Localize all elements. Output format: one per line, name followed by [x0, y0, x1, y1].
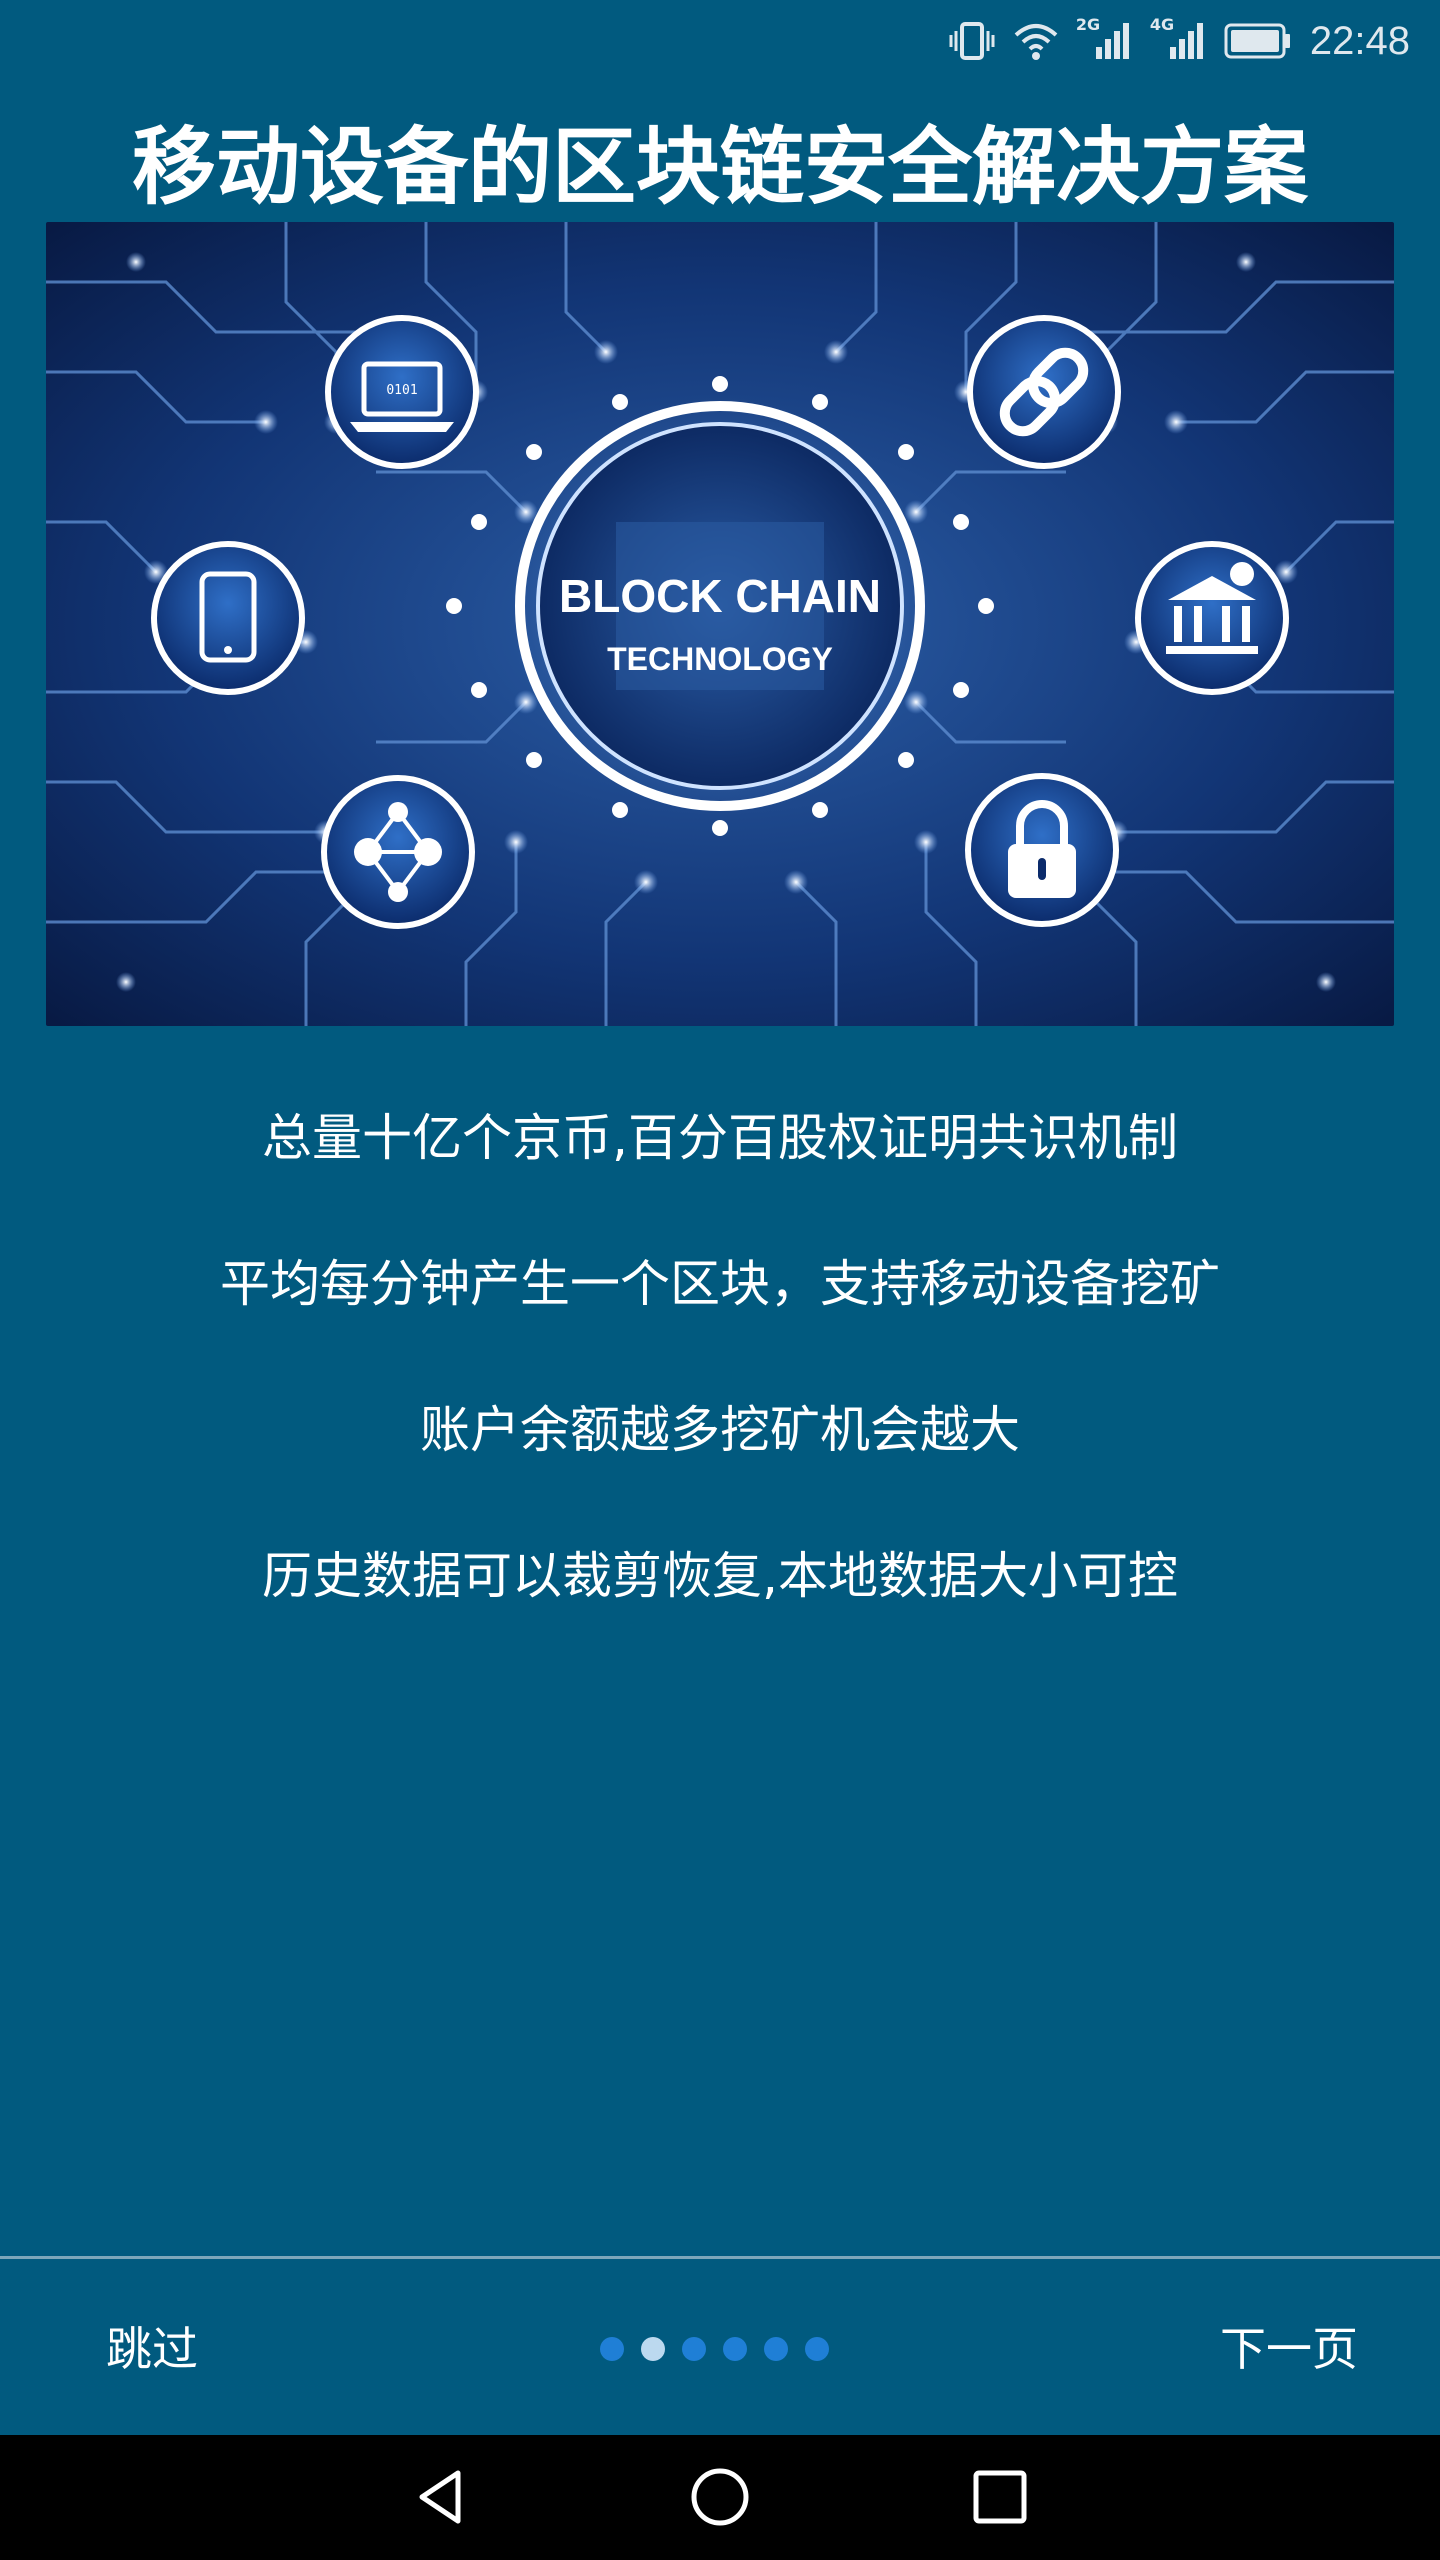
hero-image: BLOCK CHAIN TECHNOLOGY 0101	[46, 222, 1394, 1026]
wifi-icon	[1014, 21, 1058, 61]
status-bar: 2G 4G 22:48	[0, 0, 1440, 82]
hero-center-line2: TECHNOLOGY	[607, 641, 833, 677]
hero-center-line1: BLOCK CHAIN	[559, 570, 881, 622]
network-type-2: 4G	[1149, 15, 1175, 34]
network-type-1: 2G	[1075, 15, 1101, 34]
vibrate-icon	[948, 21, 996, 61]
battery-icon	[1224, 23, 1292, 59]
next-page-button[interactable]: 下一页	[1220, 2319, 1358, 2379]
page-dot[interactable]	[805, 2337, 829, 2361]
signal-2g-icon: 2G	[1076, 15, 1132, 61]
laptop-icon: 0101	[325, 315, 479, 469]
feature-list: 总量十亿个京币,百分百股权证明共识机制 平均每分钟产生一个区块，支持移动设备挖矿…	[0, 1090, 1440, 1674]
page-dot[interactable]	[600, 2337, 624, 2361]
link-icon	[967, 315, 1121, 469]
bank-icon	[1135, 541, 1289, 695]
feature-line: 历史数据可以裁剪恢复,本地数据大小可控	[262, 1547, 1178, 1605]
bitcoin-network-icon	[321, 775, 475, 929]
skip-button[interactable]: 跳过	[106, 2319, 198, 2379]
page-dot[interactable]	[723, 2337, 747, 2361]
lock-icon	[965, 773, 1119, 927]
tablet-icon	[151, 541, 305, 695]
back-icon[interactable]	[408, 2465, 472, 2533]
feature-line: 账户余额越多挖矿机会越大	[420, 1401, 1020, 1459]
page-dot[interactable]	[764, 2337, 788, 2361]
feature-line: 平均每分钟产生一个区块，支持移动设备挖矿	[220, 1255, 1220, 1313]
onboarding-nav: 跳过 下一页	[0, 2259, 1440, 2435]
status-time: 22:48	[1309, 18, 1410, 63]
page-dot-active[interactable]	[641, 2337, 665, 2361]
page-indicator	[600, 2337, 829, 2361]
svg-text:0101: 0101	[386, 383, 417, 398]
page-dot[interactable]	[682, 2337, 706, 2361]
page-title: 移动设备的区块链安全解决方案	[131, 118, 1308, 216]
feature-line: 总量十亿个京币,百分百股权证明共识机制	[262, 1109, 1178, 1167]
system-nav-bar	[0, 2435, 1440, 2560]
signal-4g-icon: 4G	[1150, 15, 1206, 61]
recents-icon[interactable]	[968, 2465, 1032, 2533]
home-icon[interactable]	[688, 2465, 752, 2533]
